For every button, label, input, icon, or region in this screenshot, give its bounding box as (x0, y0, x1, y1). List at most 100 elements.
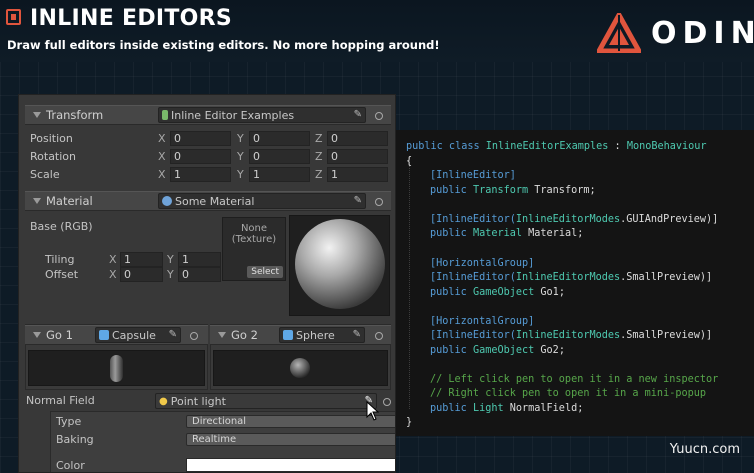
code-line-18: // Right click pen to open it in a mini-… (430, 388, 707, 399)
offset-y-field[interactable]: 0 (178, 267, 221, 282)
page-subtitle: Draw full editors inside existing editor… (7, 38, 440, 52)
normal-field-object-label: Point light (170, 394, 226, 408)
foldout-arrow-icon[interactable] (33, 198, 41, 204)
position-label: Position (30, 132, 73, 145)
material-object-field[interactable]: Some Material ✎ (158, 193, 366, 209)
texture-slot[interactable]: None (Texture) Select (222, 217, 286, 281)
code-line-1: public class InlineEditorExamples : Mono… (406, 141, 707, 152)
inspector-panel: Transform Inline Editor Examples ✎ Posit… (18, 94, 396, 473)
texture-type-label: (Texture) (231, 234, 277, 245)
rotation-z-axis: Z (315, 150, 323, 163)
code-line-14: [InlineEditor(InlineEditorModes.SmallPre… (430, 330, 713, 341)
material-title: Material (46, 194, 93, 208)
light-color-swatch[interactable] (186, 458, 395, 472)
code-line-20: } (406, 417, 413, 428)
rotation-y-axis: Y (237, 150, 244, 163)
code-line-7: public Material Material; (430, 228, 584, 239)
capsule-preview (110, 355, 123, 382)
texture-select-button[interactable]: Select (247, 266, 283, 278)
material-preview (289, 215, 390, 316)
normal-field-object[interactable]: ● Point light ✎ (155, 393, 377, 409)
gameobject-icon (99, 330, 109, 340)
scale-y-axis: Y (237, 168, 244, 181)
go1-object-field[interactable]: Capsule ✎ (95, 327, 181, 343)
code-line-19: public Light NormalField; (430, 403, 584, 414)
offset-x-field[interactable]: 0 (120, 267, 163, 282)
base-rgb-label: Base (RGB) (30, 220, 93, 233)
scale-x-field[interactable]: 1 (170, 167, 231, 182)
position-x-axis: X (158, 132, 166, 145)
light-baking-label: Baking (56, 433, 94, 446)
go2-title: Go 2 (231, 328, 258, 342)
pen-icon[interactable]: ✎ (353, 329, 361, 340)
pen-icon[interactable]: ✎ (354, 109, 362, 120)
odin-logo-icon (597, 13, 641, 53)
code-line-13: [HorizontalGroup] (430, 316, 535, 327)
scale-z-field[interactable]: 1 (327, 167, 388, 182)
position-z-axis: Z (315, 132, 323, 145)
pen-icon[interactable]: ✎ (169, 329, 177, 340)
offset-x-axis: X (109, 268, 117, 281)
gear-icon[interactable] (190, 332, 198, 340)
rotation-x-axis: X (158, 150, 166, 163)
texture-none-label: None (240, 223, 268, 234)
go2-object-label: Sphere (296, 328, 335, 342)
pen-icon[interactable]: ✎ (354, 195, 362, 206)
scale-x-axis: X (158, 168, 166, 181)
gear-icon[interactable] (375, 112, 383, 120)
foldout-arrow-icon[interactable] (33, 332, 41, 338)
transform-object-field[interactable]: Inline Editor Examples ✎ (158, 107, 366, 123)
page-title: INLINE EDITORS (30, 6, 233, 31)
go1-object-label: Capsule (112, 328, 156, 342)
gear-icon[interactable] (383, 398, 391, 406)
position-x-field[interactable]: 0 (170, 131, 231, 146)
code-line-15: public GameObject Go2; (430, 345, 565, 356)
tiling-x-field[interactable]: 1 (120, 252, 163, 267)
brand-name: ODIN (651, 15, 754, 51)
position-y-axis: Y (237, 132, 244, 145)
scale-y-field[interactable]: 1 (249, 167, 310, 182)
code-line-10: [InlineEditor(InlineEditorModes.SmallPre… (430, 272, 713, 283)
foldout-arrow-icon[interactable] (218, 332, 226, 338)
script-icon (162, 110, 168, 120)
rotation-x-field[interactable]: 0 (170, 149, 231, 164)
go1-preview (28, 350, 205, 386)
light-type-label: Type (56, 415, 82, 428)
position-y-field[interactable]: 0 (249, 131, 310, 146)
go1-title: Go 1 (46, 328, 73, 342)
code-line-3: [InlineEditor] (430, 170, 516, 181)
tiling-x-axis: X (109, 253, 117, 266)
code-line-11: public GameObject Go1; (430, 287, 565, 298)
code-line-4: public Transform Transform; (430, 185, 596, 196)
go2-object-field[interactable]: Sphere ✎ (279, 327, 365, 343)
offset-label: Offset (45, 268, 79, 281)
rotation-z-field[interactable]: 0 (327, 149, 388, 164)
gameobject-icon (283, 330, 293, 340)
rotation-y-field[interactable]: 0 (249, 149, 310, 164)
inline-editor-icon (6, 9, 21, 25)
light-color-label: Color (56, 459, 85, 472)
odin-logo: ODIN (597, 11, 754, 55)
tiling-label: Tiling (45, 253, 75, 266)
scale-z-axis: Z (315, 168, 323, 181)
go2-preview (213, 350, 388, 386)
indent-guide (409, 157, 410, 409)
light-type-dropdown[interactable]: Directional (186, 415, 395, 428)
transform-title: Transform (46, 108, 104, 122)
material-icon (162, 196, 172, 206)
sphere-preview (290, 358, 310, 378)
light-baking-dropdown[interactable]: Realtime (186, 433, 395, 446)
scale-label: Scale (30, 168, 60, 181)
offset-y-axis: Y (167, 268, 174, 281)
foldout-arrow-icon[interactable] (33, 112, 41, 118)
code-line-9: [HorizontalGroup] (430, 258, 535, 269)
tiling-y-field[interactable]: 1 (178, 252, 221, 267)
transform-object-label: Inline Editor Examples (171, 108, 295, 122)
code-panel: public class InlineEditorExamples : Mono… (396, 130, 754, 436)
position-z-field[interactable]: 0 (327, 131, 388, 146)
gear-icon[interactable] (375, 332, 383, 340)
code-line-17: // Left click pen to open it in a new in… (430, 374, 719, 385)
light-bulb-icon: ● (159, 395, 168, 407)
gear-icon[interactable] (375, 198, 383, 206)
code-line-2: { (406, 156, 413, 167)
